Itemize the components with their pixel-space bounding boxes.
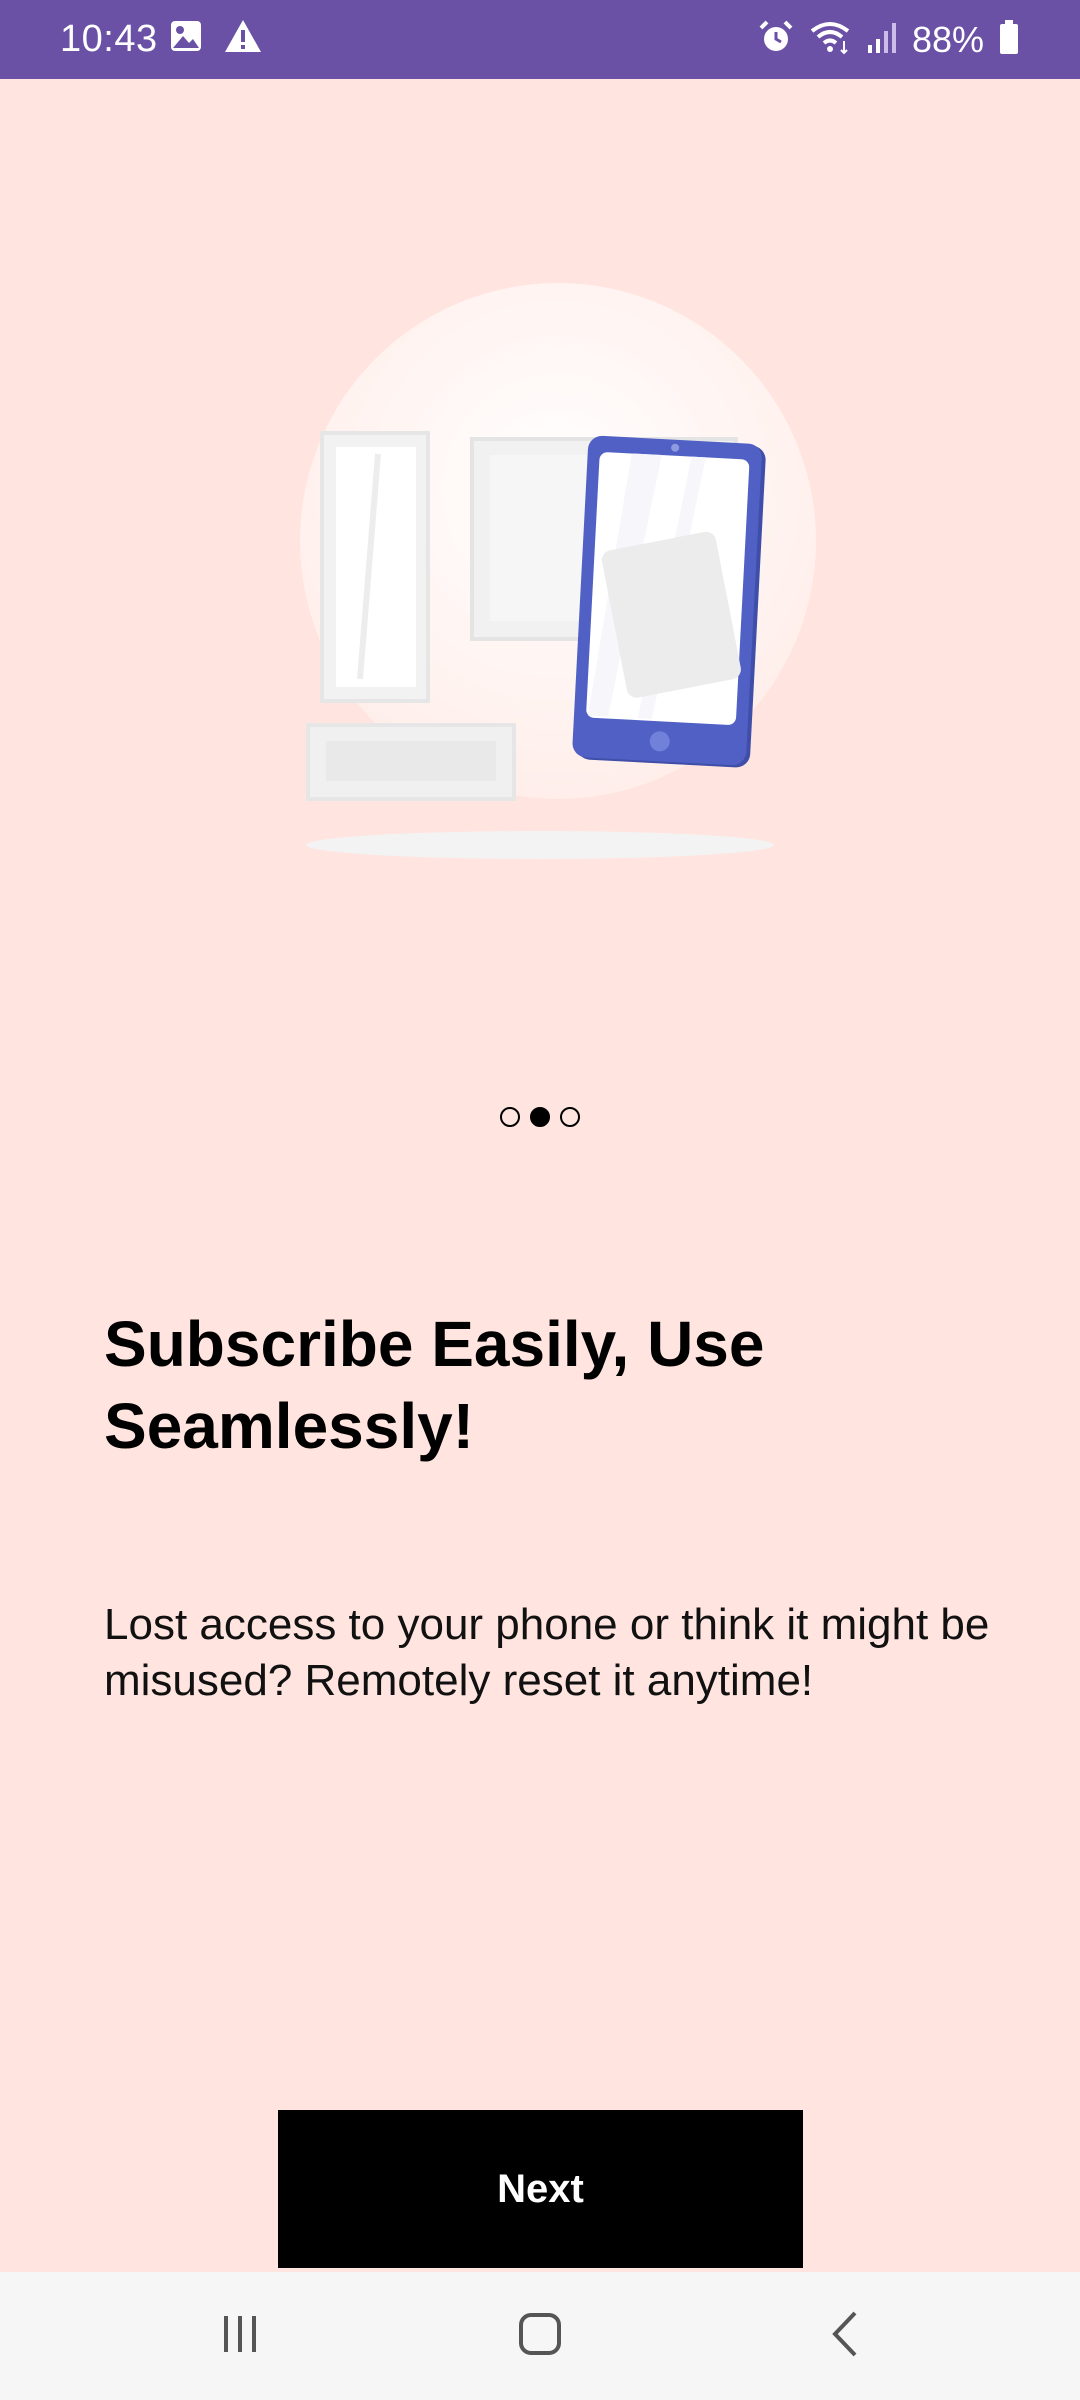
image-icon bbox=[168, 18, 204, 59]
recents-icon bbox=[218, 2312, 262, 2361]
status-bar: 10:43 88% bbox=[0, 0, 1080, 79]
battery-icon bbox=[998, 19, 1020, 60]
recents-button[interactable] bbox=[160, 2272, 320, 2400]
phone-illustration bbox=[290, 279, 830, 879]
page-dot-2-active[interactable] bbox=[530, 1107, 550, 1127]
onboarding-title: Subscribe Easily, Use Seamlessly! bbox=[104, 1308, 765, 1462]
status-time: 10:43 bbox=[60, 18, 158, 60]
page-indicator bbox=[0, 1107, 1080, 1127]
alarm-icon bbox=[758, 19, 794, 60]
back-button[interactable] bbox=[765, 2272, 925, 2400]
home-button[interactable] bbox=[460, 2272, 620, 2400]
wifi-icon bbox=[808, 19, 852, 60]
onboarding-description: Lost access to your phone or think it mi… bbox=[104, 1600, 990, 1705]
page-dot-1[interactable] bbox=[500, 1107, 520, 1127]
next-button[interactable]: Next bbox=[278, 2110, 803, 2268]
page-dot-3[interactable] bbox=[560, 1107, 580, 1127]
system-navigation-bar bbox=[0, 2272, 1080, 2400]
signal-icon bbox=[866, 19, 898, 60]
onboarding-screen: Subscribe Easily, Use Seamlessly! Lost a… bbox=[0, 79, 1080, 2272]
home-icon bbox=[517, 2311, 563, 2362]
battery-percentage: 88% bbox=[911, 18, 984, 60]
back-icon bbox=[825, 2309, 865, 2364]
warning-icon bbox=[224, 18, 262, 59]
